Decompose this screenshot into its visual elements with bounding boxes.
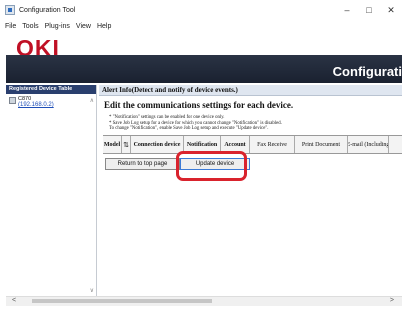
scroll-down-icon[interactable]: ∨ (90, 287, 94, 294)
col-model[interactable]: Model (103, 136, 122, 153)
menu-plugins[interactable]: Plug-ins (42, 23, 73, 30)
col-email: E-mail (Including (348, 136, 389, 153)
menu-tools[interactable]: Tools (19, 23, 41, 30)
header-banner: OKI Configurati (6, 35, 402, 83)
sidebar-header: Registered Device Table (6, 85, 96, 94)
page-heading: Edit the communications settings for eac… (104, 100, 294, 110)
menu-view[interactable]: View (73, 23, 94, 30)
menu-file[interactable]: File (0, 23, 19, 30)
col-fax-receive: Fax Receive (250, 136, 295, 153)
banner-bar: Configurati (6, 55, 402, 83)
app-icon (5, 5, 15, 15)
scroll-up-icon[interactable]: ∧ (90, 97, 94, 104)
close-button[interactable]: ✕ (380, 0, 402, 20)
alert-info-header: Alert Info(Detect and notify of device e… (99, 85, 402, 96)
horizontal-scrollbar[interactable]: < > (6, 296, 402, 306)
title-bar: Configuration Tool – □ ✕ (0, 0, 402, 20)
return-to-top-button[interactable]: Return to top page (105, 158, 180, 170)
printer-icon (9, 97, 16, 104)
settings-table-header: Model ⇅ Connection device Notification A… (103, 135, 402, 154)
banner-title: Configurati (332, 64, 402, 79)
maximize-button[interactable]: □ (358, 0, 380, 20)
note-line: To change "Notification", enable Save Jo… (109, 126, 269, 132)
sort-icon[interactable]: ⇅ (122, 136, 131, 153)
scroll-thumb[interactable] (32, 299, 212, 303)
menu-help[interactable]: Help (94, 23, 114, 30)
device-sidebar: Registered Device Table C870 (192.168.0.… (6, 85, 97, 296)
window-title: Configuration Tool (19, 6, 76, 14)
main-panel: Alert Info(Detect and notify of device e… (99, 85, 402, 296)
device-list-item[interactable]: C870 (192.168.0.2) (6, 94, 96, 110)
col-connection-device: Connection device (131, 136, 184, 153)
device-ip-link[interactable]: (192.168.0.2) (18, 102, 54, 108)
window-controls: – □ ✕ (336, 0, 402, 20)
notes: * "Notification" settings can be enabled… (99, 110, 402, 132)
minimize-button[interactable]: – (336, 0, 358, 20)
scroll-left-icon[interactable]: < (12, 297, 16, 304)
menu-bar: File Tools Plug-ins View Help (0, 20, 402, 33)
highlight-annotation (176, 151, 247, 181)
scroll-right-icon[interactable]: > (390, 297, 394, 304)
col-print-document: Print Document (295, 136, 348, 153)
